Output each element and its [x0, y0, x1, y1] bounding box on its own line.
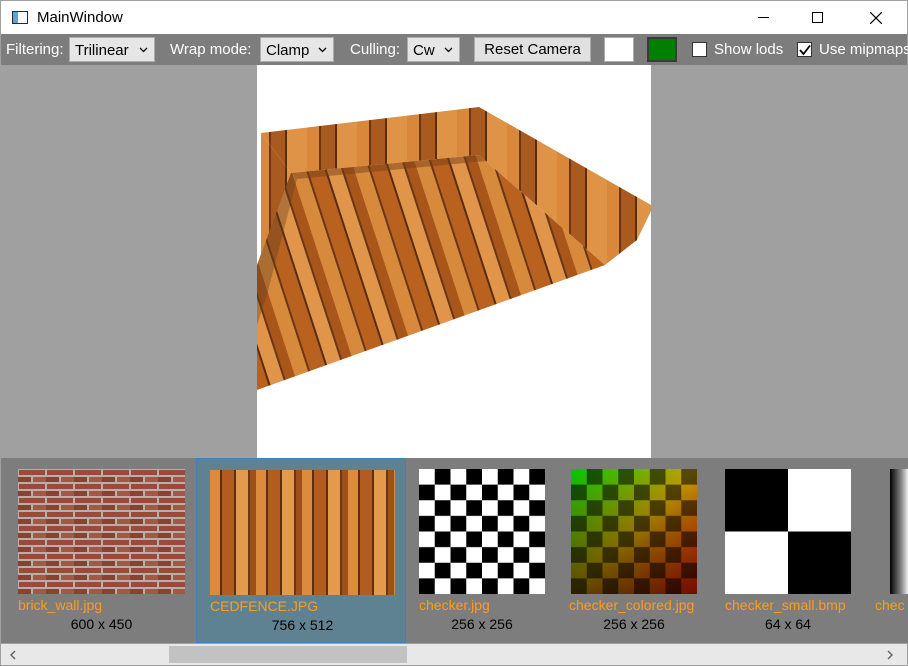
- scroll-thumb[interactable]: [169, 646, 407, 663]
- use-mipmaps-checkbox[interactable]: [797, 42, 812, 57]
- chevron-right-icon: [887, 650, 893, 659]
- wrap-mode-value: Clamp: [266, 42, 310, 59]
- texture-filename: CEDFENCE.JPG: [210, 598, 319, 614]
- close-button[interactable]: [853, 1, 899, 34]
- toolbar: Filtering: Trilinear Wrap mode: Clamp Cu…: [0, 34, 908, 65]
- filtering-value: Trilinear: [75, 42, 129, 59]
- use-mipmaps-label: Use mipmaps: [819, 41, 908, 58]
- background-color-swatch[interactable]: [604, 37, 634, 62]
- texture-filename: chec: [875, 597, 905, 613]
- show-lods-checkbox[interactable]: [692, 42, 707, 57]
- scroll-left-button[interactable]: [4, 644, 21, 665]
- maximize-button[interactable]: [794, 1, 840, 34]
- filtering-combo[interactable]: Trilinear: [69, 37, 155, 62]
- texture-dimensions: 64 x 64: [765, 616, 811, 632]
- horizontal-scrollbar[interactable]: [0, 643, 908, 666]
- texture-item[interactable]: checker.jpg 256 x 256: [407, 458, 555, 643]
- texture-item[interactable]: checker_small.bmp 64 x 64: [712, 458, 872, 643]
- texture-item[interactable]: chec: [873, 458, 908, 643]
- main-area: [0, 65, 908, 458]
- texture-filename: checker_small.bmp: [725, 597, 846, 613]
- texture-item[interactable]: brick_wall.jpg 600 x 450: [5, 458, 195, 643]
- texture-filename: checker_colored.jpg: [569, 597, 695, 613]
- close-icon: [870, 11, 882, 24]
- show-lods-label: Show lods: [714, 41, 784, 58]
- chevron-down-icon: [318, 47, 327, 53]
- small-checker-texture-thumbnail: [725, 469, 851, 594]
- texture-dimensions: 600 x 450: [70, 616, 133, 632]
- checkmark-icon: [799, 44, 811, 56]
- reset-camera-button[interactable]: Reset Camera: [474, 37, 591, 62]
- checker-texture-thumbnail: [419, 469, 545, 594]
- window-title: MainWindow: [37, 9, 123, 26]
- minimize-icon: [757, 17, 769, 18]
- texture-dimensions: 756 x 512: [271, 617, 334, 633]
- texture-filename: checker.jpg: [419, 597, 490, 613]
- culling-label: Culling:: [350, 41, 401, 58]
- filtering-label: Filtering:: [6, 41, 64, 58]
- texture-dimensions: 256 x 256: [451, 616, 513, 632]
- culling-combo[interactable]: Cw: [407, 37, 460, 62]
- chevron-down-icon: [139, 47, 148, 53]
- title-bar: MainWindow: [0, 0, 908, 34]
- culling-value: Cw: [413, 42, 435, 59]
- texture-item[interactable]: checker_colored.jpg 256 x 256: [556, 458, 711, 643]
- scroll-right-button[interactable]: [881, 644, 898, 665]
- texture-dimensions: 256 x 256: [603, 616, 665, 632]
- gradient-texture-thumbnail: [890, 469, 908, 594]
- chevron-down-icon: [444, 47, 453, 53]
- texture-item-selected[interactable]: CEDFENCE.JPG 756 x 512: [196, 458, 406, 643]
- brick-texture-thumbnail: [18, 469, 185, 594]
- textured-box-render: [257, 107, 651, 390]
- app-window-icon: [12, 11, 28, 24]
- colored-checker-texture-thumbnail: [571, 469, 697, 594]
- minimize-button[interactable]: [740, 1, 786, 34]
- wrap-mode-combo[interactable]: Clamp: [260, 37, 334, 62]
- wrap-mode-label: Wrap mode:: [170, 41, 252, 58]
- texture-filename: brick_wall.jpg: [18, 597, 103, 613]
- 3d-viewport[interactable]: [257, 65, 651, 458]
- chevron-left-icon: [9, 650, 15, 659]
- wood-texture-thumbnail: [210, 470, 395, 595]
- texture-strip: brick_wall.jpg 600 x 450 CEDFENCE.JPG 75…: [0, 458, 908, 643]
- maximize-icon: [811, 12, 823, 23]
- foreground-color-swatch[interactable]: [647, 37, 677, 62]
